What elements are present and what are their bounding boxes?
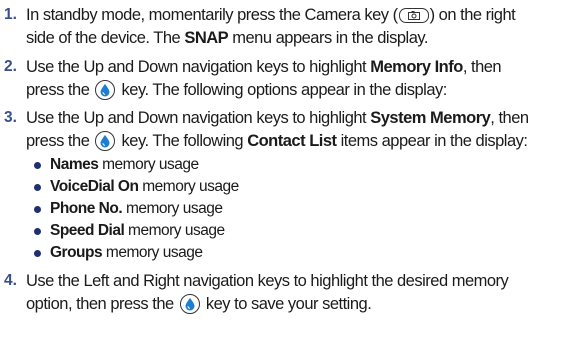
ok-key-icon (95, 131, 116, 151)
ok-key-icon (95, 80, 116, 100)
step-text: Use the Left and Right navigation keys t… (26, 272, 509, 314)
instructions-page: 1. In standby mode, momentarily press th… (0, 0, 583, 344)
list-item: Names memory usage (34, 154, 574, 176)
step-number: 4. (4, 272, 17, 289)
list-item: VoiceDial On memory usage (34, 176, 574, 198)
step-text: Use the Up and Down navigation keys to h… (26, 109, 529, 151)
step-text: In standby mode, momentarily press the C… (26, 6, 516, 47)
ok-key-icon (179, 294, 200, 314)
step-number: 1. (4, 6, 17, 23)
list-item: Phone No. memory usage (34, 198, 574, 220)
list-item: Speed Dial memory usage (34, 220, 574, 242)
bullet-icon (34, 228, 41, 235)
bullet-icon (34, 250, 41, 257)
bullet-icon (34, 206, 41, 213)
step-number: 2. (4, 58, 17, 75)
bullet-icon (34, 184, 41, 191)
list-item: Groups memory usage (34, 242, 574, 264)
contact-list-items: Names memory usage VoiceDial On memory u… (34, 154, 574, 264)
step-text: Use the Up and Down navigation keys to h… (26, 58, 502, 100)
bullet-icon (34, 162, 41, 169)
step-number: 3. (4, 109, 17, 126)
camera-key-icon (398, 8, 429, 23)
